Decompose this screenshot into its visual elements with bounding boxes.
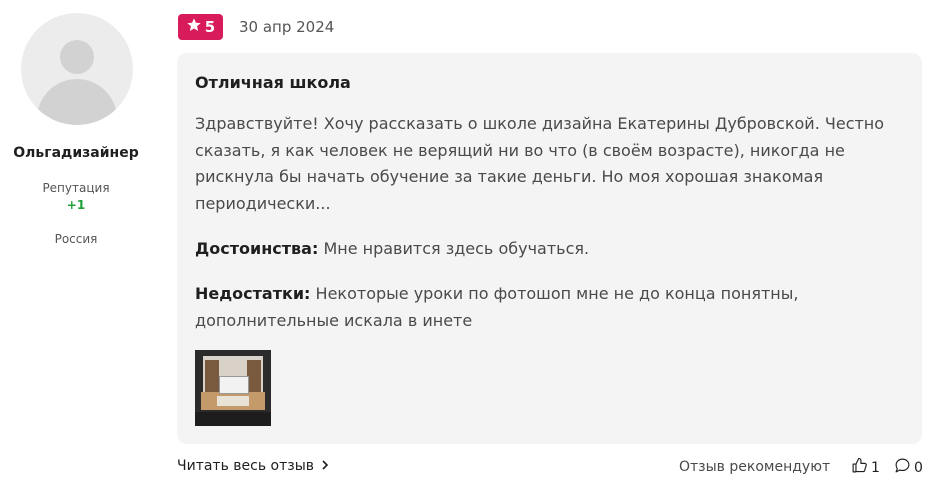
avatar[interactable] (21, 13, 133, 125)
read-full-review-link[interactable]: Читать весь отзыв (177, 458, 330, 474)
photo-rug (217, 396, 249, 406)
cons-label: Недостатки: (195, 284, 311, 303)
recommend-label: Отзыв рекомендуют (679, 459, 831, 475)
photo-bottom-strip (195, 412, 271, 426)
photo-panel-right (247, 360, 261, 392)
chevron-right-icon (320, 458, 330, 474)
review-title[interactable]: Отличная школа (195, 73, 351, 92)
rating-badge: 5 (178, 14, 223, 40)
reputation-value: +1 (66, 198, 86, 212)
rating-value: 5 (204, 18, 216, 36)
review-text: Здравствуйте! Хочу рассказать о школе ди… (195, 114, 885, 213)
review-cons: Недостатки: Некоторые уроки по фотошоп м… (195, 281, 895, 334)
avatar-head-shape (60, 40, 94, 74)
like-count: 1 (871, 459, 880, 476)
comment-icon (894, 457, 911, 478)
photo-bed (219, 376, 249, 394)
author-name[interactable]: Ольгадизайнер (0, 145, 152, 161)
reputation-label: Репутация (42, 181, 110, 195)
photo-panel-left (205, 360, 219, 392)
pros-text: Мне нравится здесь обучаться. (323, 239, 590, 258)
pros-label: Достоинства: (195, 239, 319, 258)
review-pros: Достоинства: Мне нравится здесь обучатьс… (195, 236, 895, 263)
like-button[interactable]: 1 (851, 457, 880, 478)
author-country: Россия (54, 232, 98, 246)
comments-button[interactable]: 0 (894, 457, 923, 478)
review-photo-thumbnail[interactable] (195, 350, 271, 426)
read-more-label: Читать весь отзыв (177, 458, 315, 474)
star-icon (186, 17, 202, 37)
comment-count: 0 (914, 459, 923, 476)
review-card: Отличная школа Здравствуйте! Хочу расска… (177, 53, 922, 444)
thumbs-up-icon (851, 457, 868, 478)
avatar-body-shape (37, 79, 117, 125)
review-date: 30 апр 2024 (239, 18, 335, 36)
